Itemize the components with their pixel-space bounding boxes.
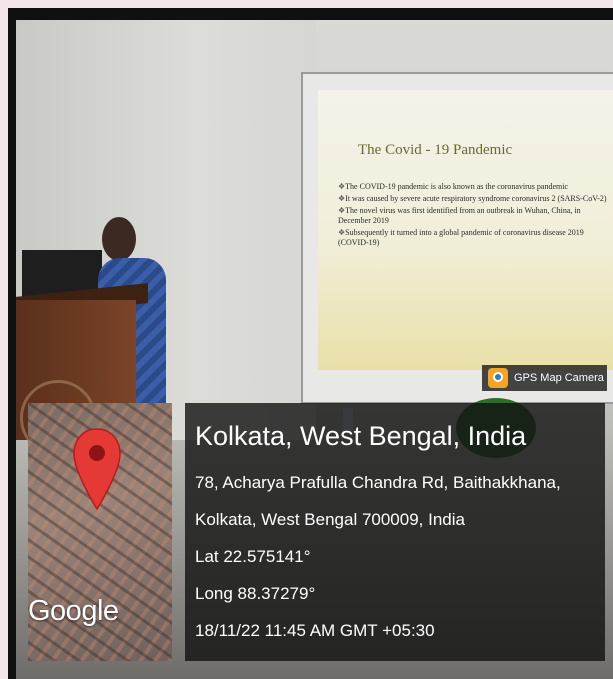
gps-map-camera-icon — [488, 368, 508, 388]
timestamp: 18/11/22 11:45 AM GMT +05:30 — [195, 621, 435, 640]
latitude: Lat 22.575141° — [195, 547, 311, 566]
longitude: Long 88.37279° — [195, 584, 316, 603]
slide-bullet: The COVID-19 pandemic is also known as t… — [338, 182, 608, 192]
location-info-panel: Kolkata, West Bengal, India 78, Acharya … — [185, 403, 605, 661]
location-stamp: Google Kolkata, West Bengal, India 78, A… — [28, 403, 608, 665]
speaker-head — [102, 217, 136, 261]
google-logo: Google — [28, 595, 119, 627]
photo-frame: The Covid - 19 Pandemic The COVID-19 pan… — [8, 8, 613, 679]
slide-bullet: It was caused by severe acute respirator… — [338, 194, 608, 204]
slide-bullet: The novel virus was first identified fro… — [338, 206, 608, 226]
slide-title: The Covid - 19 Pandemic — [358, 142, 513, 158]
slide-bullets: The COVID-19 pandemic is also known as t… — [338, 182, 608, 250]
projected-slide: The Covid - 19 Pandemic The COVID-19 pan… — [318, 90, 613, 370]
address-line-1: 78, Acharya Prafulla Chandra Rd, Baithak… — [195, 473, 561, 492]
slide-bullet: Subsequently it turned into a global pan… — [338, 228, 608, 248]
address-line-2: Kolkata, West Bengal 700009, India — [195, 510, 465, 529]
gps-camera-badge: GPS Map Camera — [482, 365, 607, 391]
map-pin-icon — [73, 428, 121, 511]
gps-camera-label: GPS Map Camera — [514, 372, 604, 384]
satellite-map-thumbnail: Google — [28, 403, 172, 661]
city-title: Kolkata, West Bengal, India — [195, 421, 527, 451]
